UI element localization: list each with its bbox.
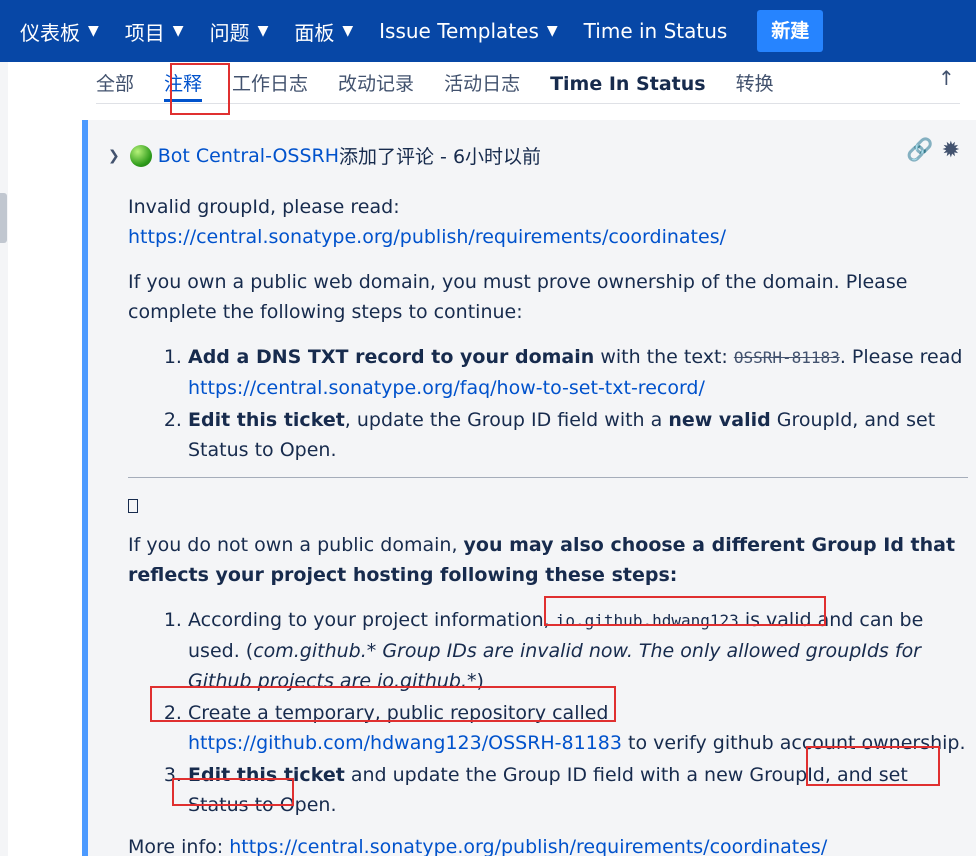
- nav-label: 问题: [209, 20, 250, 45]
- comment-body: Invalid groupId, please read: https://ce…: [128, 192, 968, 856]
- text: More info:: [128, 836, 230, 856]
- text: , update the Group ID field with a: [344, 409, 669, 431]
- list-item: Add a DNS TXT record to your domain with…: [188, 342, 968, 403]
- chevron-down-icon: ▼: [257, 23, 269, 39]
- github-repo-link[interactable]: https://github.com/hdwang123/OSSRH-81183: [188, 732, 622, 754]
- comment-paragraph: More info: https://central.sonatype.org/…: [128, 832, 968, 856]
- sidebar-rail: [0, 62, 8, 856]
- nav-label: Time in Status: [583, 19, 728, 43]
- tab-comments[interactable]: 注释: [164, 62, 203, 104]
- arrow-up-icon[interactable]: ↑: [938, 66, 955, 90]
- more-info-link[interactable]: https://central.sonatype.org/publish/req…: [229, 836, 827, 856]
- italic-text: com.github.* Group IDs are invalid now. …: [188, 640, 921, 692]
- text: If you do not own a public domain,: [128, 534, 464, 556]
- sidebar-resize-handle[interactable]: [0, 193, 7, 243]
- nav-label: 面板: [294, 20, 335, 45]
- tab-all[interactable]: 全部: [96, 62, 134, 104]
- bold-text: Add a DNS TXT record to your domain: [188, 346, 595, 368]
- text: ): [476, 670, 484, 692]
- bold-text: new valid: [668, 409, 771, 431]
- share-icon[interactable]: ✹: [942, 138, 960, 163]
- nav-label: 仪表板: [20, 20, 80, 45]
- alt-steps-list: According to your project information, i…: [188, 605, 968, 820]
- missing-glyph-icon: [128, 499, 138, 513]
- comment-panel: ❯ Bot Central-OSSRH 添加了评论 - 6小时以前 🔗 ✹ In…: [82, 120, 976, 856]
- text: Invalid groupId, please read:: [128, 196, 400, 218]
- comment-paragraph: If you own a public web domain, you must…: [128, 271, 908, 323]
- comment-action: 添加了评论 - 6小时以前: [339, 146, 542, 168]
- txt-record-code: OSSRH-81183: [733, 348, 840, 367]
- list-item: According to your project information, i…: [188, 605, 968, 696]
- chevron-down-icon: ▼: [88, 23, 99, 39]
- nav-dashboards[interactable]: 仪表板 ▼: [20, 0, 99, 62]
- comment-paragraph: If you do not own a public domain, you m…: [128, 530, 968, 590]
- activity-tabs: 全部 注释 工作日志 改动记录 活动日志 Time In Status 转换: [96, 62, 960, 104]
- nav-label: Issue Templates: [379, 19, 539, 43]
- text: is valid: [738, 609, 812, 631]
- list-item: Create a temporary, public repository ca…: [188, 698, 968, 758]
- nav-boards[interactable]: 面板 ▼: [294, 0, 353, 62]
- tab-activity[interactable]: 活动日志: [444, 62, 520, 104]
- link-icon[interactable]: 🔗: [906, 138, 933, 163]
- comment-author-link[interactable]: Bot Central-OSSRH: [158, 145, 339, 167]
- avatar: [129, 144, 152, 167]
- chevron-down-icon: ▼: [342, 23, 354, 39]
- create-button[interactable]: 新建: [757, 10, 824, 52]
- divider: [128, 477, 968, 478]
- text: to verify github account ownership.: [621, 732, 966, 754]
- tab-transitions[interactable]: 转换: [736, 62, 774, 104]
- nav-label: 项目: [124, 20, 165, 45]
- text: and update the Group ID field with a new…: [344, 764, 837, 786]
- chevron-down-icon: ▼: [172, 23, 184, 39]
- txt-record-link[interactable]: https://central.sonatype.org/faq/how-to-…: [188, 377, 705, 399]
- text: Create a temporary, public repository ca…: [188, 702, 609, 724]
- domain-steps-list: Add a DNS TXT record to your domain with…: [188, 342, 968, 465]
- placeholder-glyph-row: [128, 496, 968, 526]
- tab-history[interactable]: 改动记录: [338, 62, 414, 104]
- tab-work-log[interactable]: 工作日志: [232, 62, 308, 104]
- text: According to your project information,: [188, 609, 556, 631]
- comment-paragraph: Invalid groupId, please read: https://ce…: [128, 192, 968, 252]
- bold-text: Edit this ticket: [188, 764, 345, 786]
- text: with the text:: [594, 346, 734, 368]
- nav-projects[interactable]: 项目 ▼: [125, 0, 184, 62]
- list-item: Edit this ticket and update the Group ID…: [188, 760, 968, 820]
- top-navigation: 仪表板 ▼ 项目 ▼ 问题 ▼ 面板 ▼ Issue Templates ▼ Time i…: [0, 0, 976, 62]
- tab-time-in-status[interactable]: Time In Status: [550, 62, 706, 104]
- coordinates-link[interactable]: https://central.sonatype.org/publish/req…: [128, 226, 726, 248]
- chevron-down-icon: ▼: [546, 23, 558, 39]
- bold-text: Edit this ticket: [188, 409, 345, 431]
- nav-issues[interactable]: 问题 ▼: [210, 0, 269, 62]
- comment-actions: 🔗 ✹: [906, 138, 960, 163]
- chevron-down-icon[interactable]: ❯: [108, 148, 120, 164]
- list-item: Edit this ticket, update the Group ID fi…: [188, 405, 968, 465]
- comment-header: ❯ Bot Central-OSSRH 添加了评论 - 6小时以前: [108, 142, 541, 169]
- nav-issue-templates[interactable]: Issue Templates ▼: [379, 0, 558, 62]
- text: . Please read: [839, 346, 963, 368]
- group-id-code: io.github.hdwang123: [555, 611, 739, 630]
- nav-time-in-status[interactable]: Time in Status: [584, 0, 728, 62]
